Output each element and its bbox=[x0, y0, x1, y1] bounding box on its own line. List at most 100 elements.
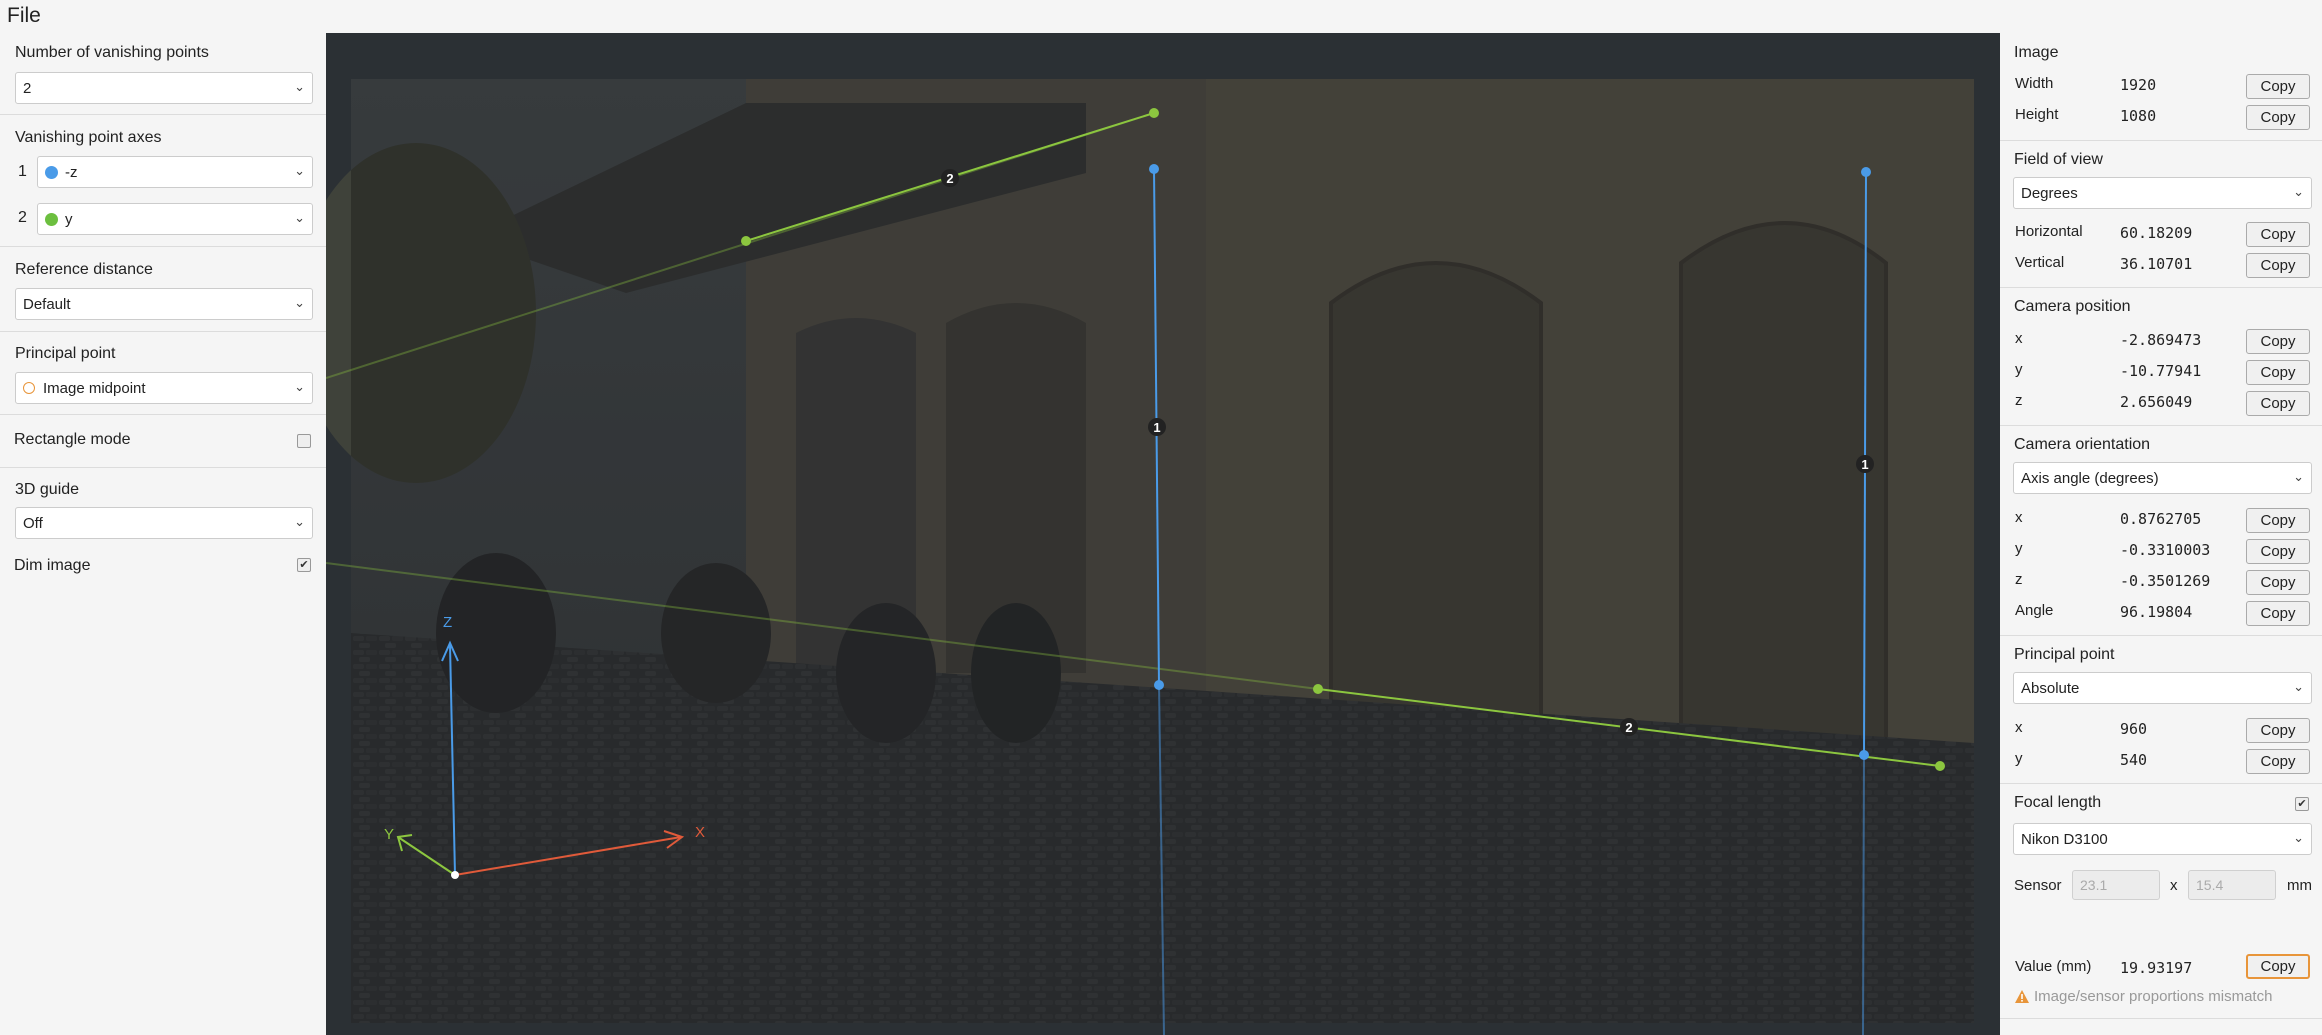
vp2-line-label: 2 bbox=[946, 171, 953, 186]
sensor-height-input[interactable]: 15.4 bbox=[2188, 870, 2276, 900]
image-section-title: Image bbox=[2014, 44, 2059, 61]
cam-pos-z-label: z bbox=[2015, 392, 2023, 409]
vp-axis-1-index: 1 bbox=[18, 163, 27, 180]
sensor-x-label: x bbox=[2170, 877, 2178, 894]
chevron-down-icon: ⌄ bbox=[294, 210, 305, 225]
chevron-down-icon: ⌄ bbox=[2293, 184, 2304, 199]
vp1-handle[interactable] bbox=[1149, 164, 1159, 174]
vp1-handle[interactable] bbox=[1861, 167, 1871, 177]
height-label: Height bbox=[2015, 106, 2059, 123]
orientation-mode-select[interactable]: Axis angle (degrees) ⌄ bbox=[2013, 462, 2312, 494]
vp-count-select[interactable]: 2 ⌄ bbox=[15, 72, 313, 104]
fov-horizontal-value: 60.18209 bbox=[2120, 224, 2193, 242]
orient-y-label: y bbox=[2015, 540, 2023, 557]
rectangle-mode-label: Rectangle mode bbox=[14, 431, 131, 448]
image-canvas[interactable]: 2 2 1 1 Z X Y bbox=[326, 33, 2000, 1035]
principal-point-label: Principal point bbox=[15, 345, 116, 362]
file-menu[interactable]: File bbox=[7, 4, 41, 28]
fov-unit-select[interactable]: Degrees ⌄ bbox=[2013, 177, 2312, 209]
pp-y-value: 540 bbox=[2120, 751, 2148, 769]
vp-axis-2-select[interactable]: y ⌄ bbox=[37, 203, 313, 235]
orient-y-value: -0.3310003 bbox=[2120, 541, 2211, 559]
fov-vertical-value: 36.10701 bbox=[2120, 255, 2193, 273]
menu-bar: File bbox=[0, 0, 2322, 33]
principal-point-mode-value: Absolute bbox=[2021, 680, 2080, 697]
rectangle-mode-checkbox[interactable] bbox=[297, 434, 311, 448]
copy-cam-pos-x-button[interactable]: Copy bbox=[2246, 329, 2310, 354]
focal-value: 19.93197 bbox=[2120, 959, 2193, 977]
chevron-down-icon: ⌄ bbox=[2293, 469, 2304, 484]
orient-x-value: 0.8762705 bbox=[2120, 510, 2202, 528]
camera-preset-select[interactable]: Nikon D3100 ⌄ bbox=[2013, 823, 2312, 855]
sensor-unit-label: mm bbox=[2287, 877, 2312, 894]
vp-axis-1-select[interactable]: -z ⌄ bbox=[37, 156, 313, 188]
vp2-color-dot-icon bbox=[45, 213, 58, 226]
pp-x-value: 960 bbox=[2120, 720, 2148, 738]
cam-pos-y-value: -10.77941 bbox=[2120, 362, 2202, 380]
copy-pp-y-button[interactable]: Copy bbox=[2246, 749, 2310, 774]
cam-pos-z-value: 2.656049 bbox=[2120, 393, 2193, 411]
copy-orient-y-button[interactable]: Copy bbox=[2246, 539, 2310, 564]
fov-horizontal-label: Horizontal bbox=[2015, 223, 2083, 240]
guide-3d-select[interactable]: Off ⌄ bbox=[15, 507, 313, 539]
reference-distance-label: Reference distance bbox=[15, 261, 153, 278]
principal-point-circle-icon bbox=[23, 382, 35, 394]
divider bbox=[0, 467, 326, 468]
reference-distance-value: Default bbox=[23, 296, 71, 313]
focal-value-label: Value (mm) bbox=[2015, 958, 2092, 975]
reference-distance-select[interactable]: Default ⌄ bbox=[15, 288, 313, 320]
y-axis-label: Y bbox=[384, 826, 394, 843]
copy-pp-x-button[interactable]: Copy bbox=[2246, 718, 2310, 743]
divider bbox=[2000, 635, 2322, 636]
camera-orientation-title: Camera orientation bbox=[2014, 436, 2151, 453]
copy-orient-angle-button[interactable]: Copy bbox=[2246, 601, 2310, 626]
sensor-width-input[interactable]: 23.1 bbox=[2072, 870, 2160, 900]
chevron-down-icon: ⌄ bbox=[294, 295, 305, 310]
dim-image-checkbox[interactable]: ✔ bbox=[297, 558, 311, 572]
vp-count-label: Number of vanishing points bbox=[15, 44, 209, 61]
copy-cam-pos-z-button[interactable]: Copy bbox=[2246, 391, 2310, 416]
vp2-handle[interactable] bbox=[1313, 684, 1323, 694]
fov-unit-value: Degrees bbox=[2021, 185, 2078, 202]
chevron-down-icon: ⌄ bbox=[294, 79, 305, 94]
orient-z-label: z bbox=[2015, 571, 2023, 588]
orient-angle-label: Angle bbox=[2015, 602, 2054, 619]
chevron-down-icon: ⌄ bbox=[2293, 830, 2304, 845]
vp2-handle[interactable] bbox=[1935, 761, 1945, 771]
warning-icon bbox=[2015, 990, 2029, 1003]
copy-orient-x-button[interactable]: Copy bbox=[2246, 508, 2310, 533]
copy-width-button[interactable]: Copy bbox=[2246, 74, 2310, 99]
chevron-down-icon: ⌄ bbox=[2293, 679, 2304, 694]
z-axis-label: Z bbox=[443, 614, 452, 631]
focal-length-checkbox[interactable]: ✔ bbox=[2295, 797, 2309, 811]
vp1-line-label: 1 bbox=[1153, 420, 1160, 435]
left-settings-panel: Number of vanishing points 2 ⌄ Vanishing… bbox=[0, 33, 326, 1035]
width-value: 1920 bbox=[2120, 76, 2157, 94]
divider bbox=[0, 246, 326, 247]
divider bbox=[2000, 1018, 2322, 1019]
principal-point-value: Image midpoint bbox=[43, 380, 146, 397]
vp2-handle[interactable] bbox=[741, 236, 751, 246]
copy-fov-horizontal-button[interactable]: Copy bbox=[2246, 222, 2310, 247]
copy-orient-z-button[interactable]: Copy bbox=[2246, 570, 2310, 595]
principal-point-select[interactable]: Image midpoint ⌄ bbox=[15, 372, 313, 404]
vp1-handle[interactable] bbox=[1154, 680, 1164, 690]
divider bbox=[2000, 425, 2322, 426]
cam-pos-y-label: y bbox=[2015, 361, 2023, 378]
copy-fov-vertical-button[interactable]: Copy bbox=[2246, 253, 2310, 278]
guide-3d-value: Off bbox=[23, 515, 43, 532]
focal-length-title: Focal length bbox=[2014, 794, 2102, 811]
fov-section-title: Field of view bbox=[2014, 151, 2103, 168]
x-axis-label: X bbox=[695, 824, 705, 841]
copy-focal-value-button[interactable]: Copy bbox=[2246, 954, 2310, 979]
height-value: 1080 bbox=[2120, 107, 2157, 125]
principal-point-section-title: Principal point bbox=[2014, 646, 2115, 663]
copy-height-button[interactable]: Copy bbox=[2246, 105, 2310, 130]
camera-position-title: Camera position bbox=[2014, 298, 2131, 315]
origin-handle[interactable] bbox=[451, 871, 459, 879]
copy-cam-pos-y-button[interactable]: Copy bbox=[2246, 360, 2310, 385]
vp1-handle[interactable] bbox=[1859, 750, 1869, 760]
vp2-handle[interactable] bbox=[1149, 108, 1159, 118]
principal-point-mode-select[interactable]: Absolute ⌄ bbox=[2013, 672, 2312, 704]
cam-pos-x-label: x bbox=[2015, 330, 2023, 347]
